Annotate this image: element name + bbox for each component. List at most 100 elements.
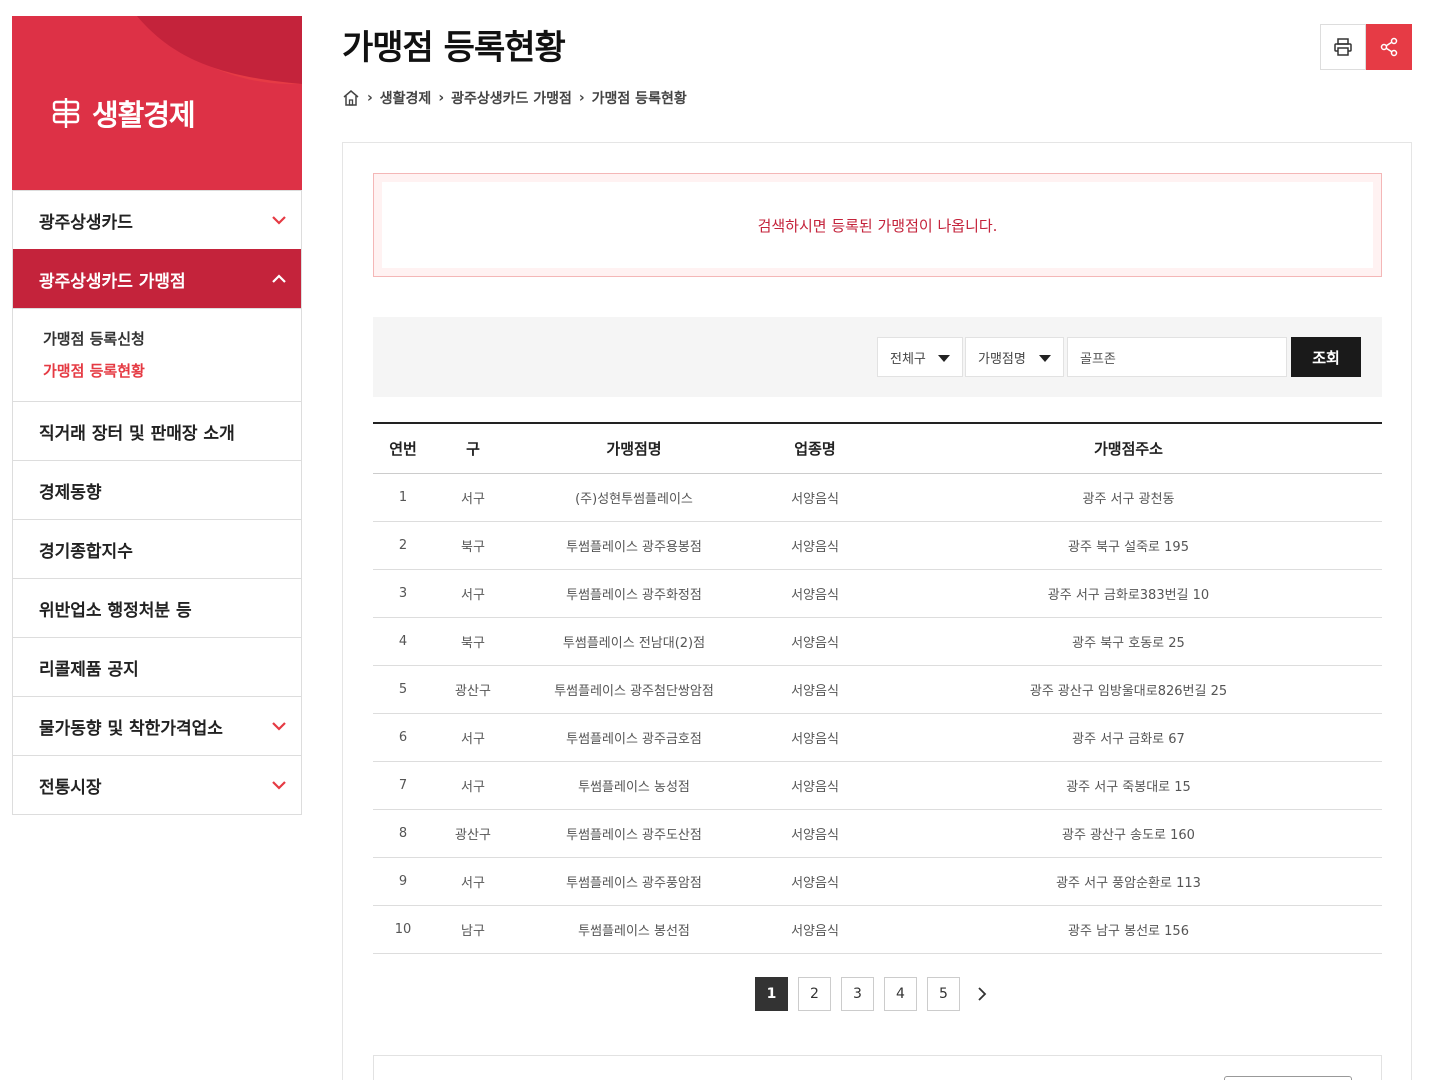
chevron-right-icon: › — [578, 90, 585, 106]
cell-no: 2 — [373, 521, 433, 570]
breadcrumb-item[interactable]: 가맹점 등록현황 — [592, 88, 687, 108]
cell-category: 서양음식 — [755, 569, 875, 618]
sidebar-item-card-merchants[interactable]: 광주상생카드 가맹점 — [13, 249, 301, 308]
print-button[interactable] — [1320, 24, 1366, 70]
pagination: 1 2 3 4 5 — [755, 977, 994, 1011]
notice-text: 검색하시면 등록된 가맹점이 나옵니다. — [382, 182, 1373, 268]
signpost-icon — [52, 98, 80, 128]
cell-name: 투썸플레이스 광주화정점 — [513, 569, 755, 618]
merchant-table: 연번 구 가맹점명 업종명 가맹점주소 1 서구 (주)성현투썸플레이스 서양음… — [373, 422, 1382, 954]
cell-district: 북구 — [433, 521, 513, 570]
caret-down-icon — [938, 355, 950, 362]
cell-no: 9 — [373, 857, 433, 906]
sidebar: 생활경제 광주상생카드 광주상생카드 가맹점 가맹점 등록신청 가맹점 등록현황… — [12, 16, 302, 815]
col-header-district: 구 — [433, 423, 513, 474]
cell-no: 1 — [373, 473, 433, 522]
cell-name: 투썸플레이스 광주도산점 — [513, 809, 755, 858]
cell-no: 10 — [373, 905, 433, 954]
sidebar-menu: 광주상생카드 광주상생카드 가맹점 가맹점 등록신청 가맹점 등록현황 직거래 … — [12, 190, 302, 815]
col-header-address: 가맹점주소 — [875, 423, 1382, 474]
breadcrumb-item[interactable]: 광주상생카드 가맹점 — [451, 88, 572, 108]
table-row: 1 서구 (주)성현투썸플레이스 서양음식 광주 서구 광천동 — [373, 473, 1382, 522]
cell-no: 5 — [373, 665, 433, 714]
col-header-name: 가맹점명 — [513, 423, 755, 474]
cell-district: 서구 — [433, 857, 513, 906]
cell-name: 투썸플레이스 광주금호점 — [513, 713, 755, 762]
cell-category: 서양음식 — [755, 713, 875, 762]
district-select[interactable]: 전체구 — [877, 337, 963, 377]
cell-category: 서양음식 — [755, 761, 875, 810]
submenu-item-registration[interactable]: 가맹점 등록신청 — [43, 323, 271, 355]
next-page-button[interactable] — [970, 977, 994, 1011]
cell-address: 광주 북구 설죽로 195 — [875, 521, 1382, 570]
cell-district: 서구 — [433, 473, 513, 522]
sidebar-item-label: 리콜제품 공지 — [39, 659, 139, 680]
cell-address: 광주 서구 풍암순환로 113 — [875, 857, 1382, 906]
cell-no: 7 — [373, 761, 433, 810]
search-button[interactable]: 조회 — [1291, 337, 1361, 377]
table-row: 5 광산구 투썸플레이스 광주첨단쌍암점 서양음식 광주 광산구 임방울대로82… — [373, 665, 1382, 714]
sidebar-item-traditional-market[interactable]: 전통시장 — [13, 755, 301, 814]
cell-category: 서양음식 — [755, 857, 875, 906]
home-icon[interactable] — [342, 89, 360, 107]
sidebar-item-recall[interactable]: 리콜제품 공지 — [13, 637, 301, 696]
table-header-row: 연번 구 가맹점명 업종명 가맹점주소 — [373, 423, 1382, 474]
page-button[interactable]: 3 — [841, 977, 874, 1011]
search-field-select[interactable]: 가맹점명 — [965, 337, 1064, 377]
cell-no: 6 — [373, 713, 433, 762]
sidebar-item-prices[interactable]: 물가동향 및 착한가격업소 — [13, 696, 301, 755]
content-panel: 검색하시면 등록된 가맹점이 나옵니다. 전체구 가맹점명 조회 연번 구 가맹… — [342, 142, 1412, 1080]
chevron-right-icon — [978, 987, 987, 1001]
submenu-item-status[interactable]: 가맹점 등록현황 — [43, 355, 271, 387]
sidebar-item-label: 위반업소 행정처분 등 — [39, 600, 192, 621]
sidebar-item-label: 경기종합지수 — [39, 541, 133, 562]
cell-no: 3 — [373, 569, 433, 618]
cell-address: 광주 광산구 임방울대로826번길 25 — [875, 665, 1382, 714]
cell-category: 서양음식 — [755, 809, 875, 858]
share-button[interactable] — [1366, 24, 1412, 70]
breadcrumb-item[interactable]: 생활경제 — [380, 88, 432, 108]
cell-category: 서양음식 — [755, 665, 875, 714]
breadcrumb: › 생활경제 › 광주상생카드 가맹점 › 가맹점 등록현황 — [342, 88, 687, 108]
search-field-select-value: 가맹점명 — [978, 351, 1026, 367]
district-select-value: 전체구 — [890, 351, 926, 367]
chevron-down-icon — [272, 722, 286, 731]
sidebar-submenu: 가맹점 등록신청 가맹점 등록현황 — [13, 308, 301, 401]
sidebar-item-composite-index[interactable]: 경기종합지수 — [13, 519, 301, 578]
table-row: 9 서구 투썸플레이스 광주풍암점 서양음식 광주 서구 풍암순환로 113 — [373, 857, 1382, 906]
sidebar-item-economic-trends[interactable]: 경제동향 — [13, 460, 301, 519]
sidebar-item-gwangju-card[interactable]: 광주상생카드 — [13, 190, 301, 249]
sidebar-item-direct-market[interactable]: 직거래 장터 및 판매장 소개 — [13, 401, 301, 460]
col-header-category: 업종명 — [755, 423, 875, 474]
search-bar: 전체구 가맹점명 조회 — [373, 317, 1382, 397]
sidebar-item-label: 광주상생카드 — [39, 212, 133, 233]
cell-name: 투썸플레이스 전남대(2)점 — [513, 617, 755, 666]
cell-no: 4 — [373, 617, 433, 666]
sidebar-item-label: 경제동향 — [39, 482, 102, 503]
sidebar-item-violations[interactable]: 위반업소 행정처분 등 — [13, 578, 301, 637]
notice-box: 검색하시면 등록된 가맹점이 나옵니다. — [373, 173, 1382, 277]
cell-address: 광주 서구 죽봉대로 15 — [875, 761, 1382, 810]
cell-category: 서양음식 — [755, 905, 875, 954]
caret-down-icon — [1039, 355, 1051, 362]
page-tools — [1320, 24, 1412, 70]
page-button[interactable]: 2 — [798, 977, 831, 1011]
cell-category: 서양음식 — [755, 521, 875, 570]
sidebar-item-label: 전통시장 — [39, 777, 102, 798]
bottom-panel-tab[interactable] — [1224, 1076, 1352, 1080]
cell-district: 광산구 — [433, 665, 513, 714]
cell-district: 서구 — [433, 713, 513, 762]
cell-category: 서양음식 — [755, 617, 875, 666]
col-header-no: 연번 — [373, 423, 433, 474]
page-button-current[interactable]: 1 — [755, 977, 788, 1011]
share-icon — [1380, 37, 1398, 57]
cell-address: 광주 북구 호동로 25 — [875, 617, 1382, 666]
table-row: 4 북구 투썸플레이스 전남대(2)점 서양음식 광주 북구 호동로 25 — [373, 617, 1382, 666]
cell-district: 북구 — [433, 617, 513, 666]
page-button[interactable]: 5 — [927, 977, 960, 1011]
table-row: 8 광산구 투썸플레이스 광주도산점 서양음식 광주 광산구 송도로 160 — [373, 809, 1382, 858]
cell-district: 서구 — [433, 761, 513, 810]
page-button[interactable]: 4 — [884, 977, 917, 1011]
search-input[interactable] — [1067, 337, 1287, 377]
table-row: 10 남구 투썸플레이스 봉선점 서양음식 광주 남구 봉선로 156 — [373, 905, 1382, 954]
